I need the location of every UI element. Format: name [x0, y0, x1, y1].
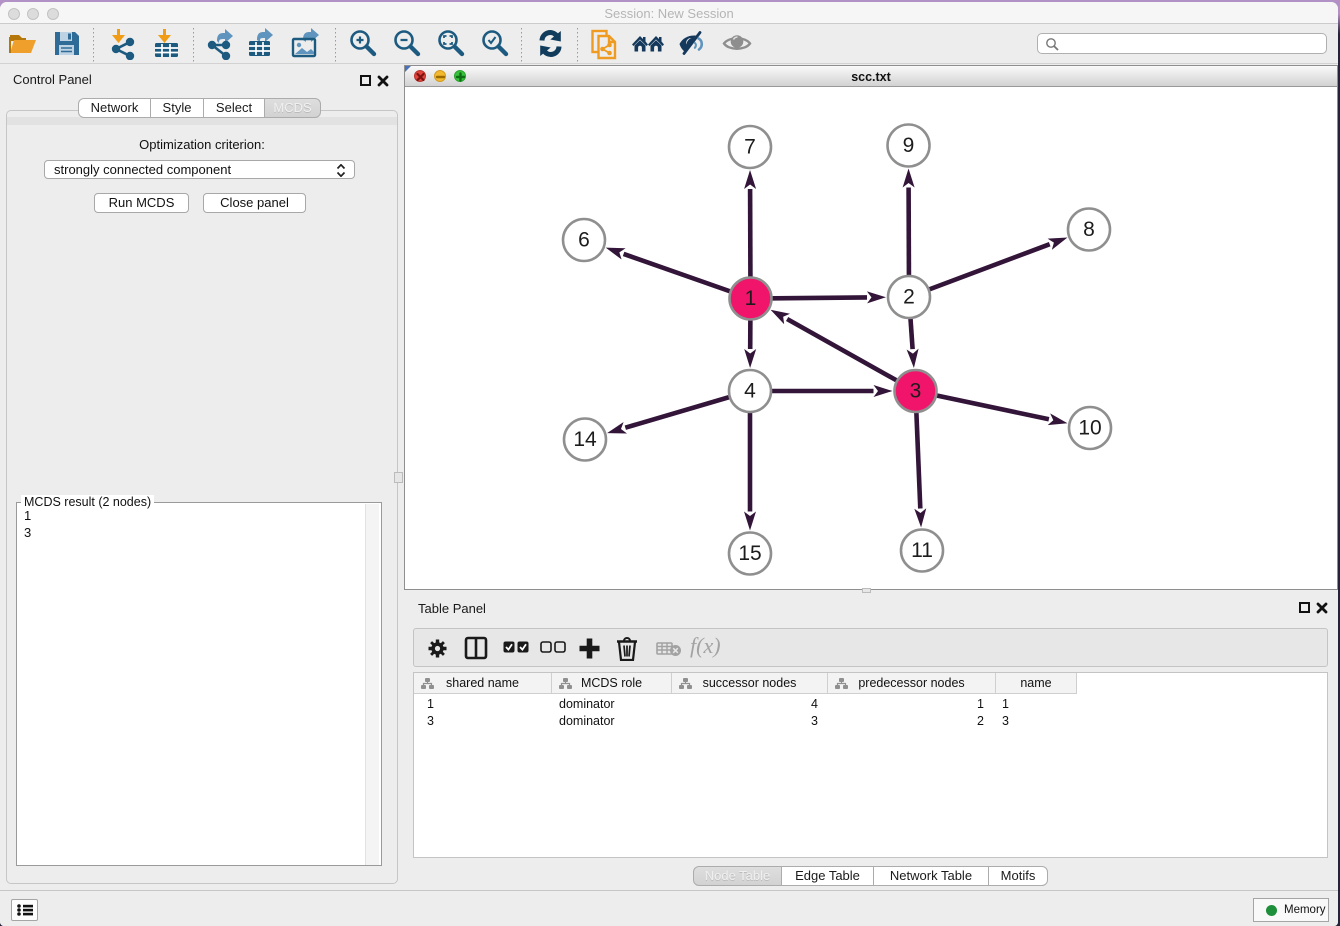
svg-text:15: 15: [738, 542, 761, 565]
svg-text:9: 9: [903, 134, 915, 157]
svg-text:4: 4: [744, 380, 756, 403]
svg-text:1: 1: [745, 287, 757, 310]
svg-text:6: 6: [578, 229, 590, 252]
svg-text:3: 3: [910, 380, 922, 403]
svg-text:14: 14: [573, 428, 597, 451]
svg-text:10: 10: [1078, 417, 1101, 440]
svg-text:11: 11: [911, 539, 933, 562]
svg-text:2: 2: [903, 286, 915, 309]
svg-text:8: 8: [1083, 218, 1095, 241]
svg-text:7: 7: [744, 136, 756, 159]
